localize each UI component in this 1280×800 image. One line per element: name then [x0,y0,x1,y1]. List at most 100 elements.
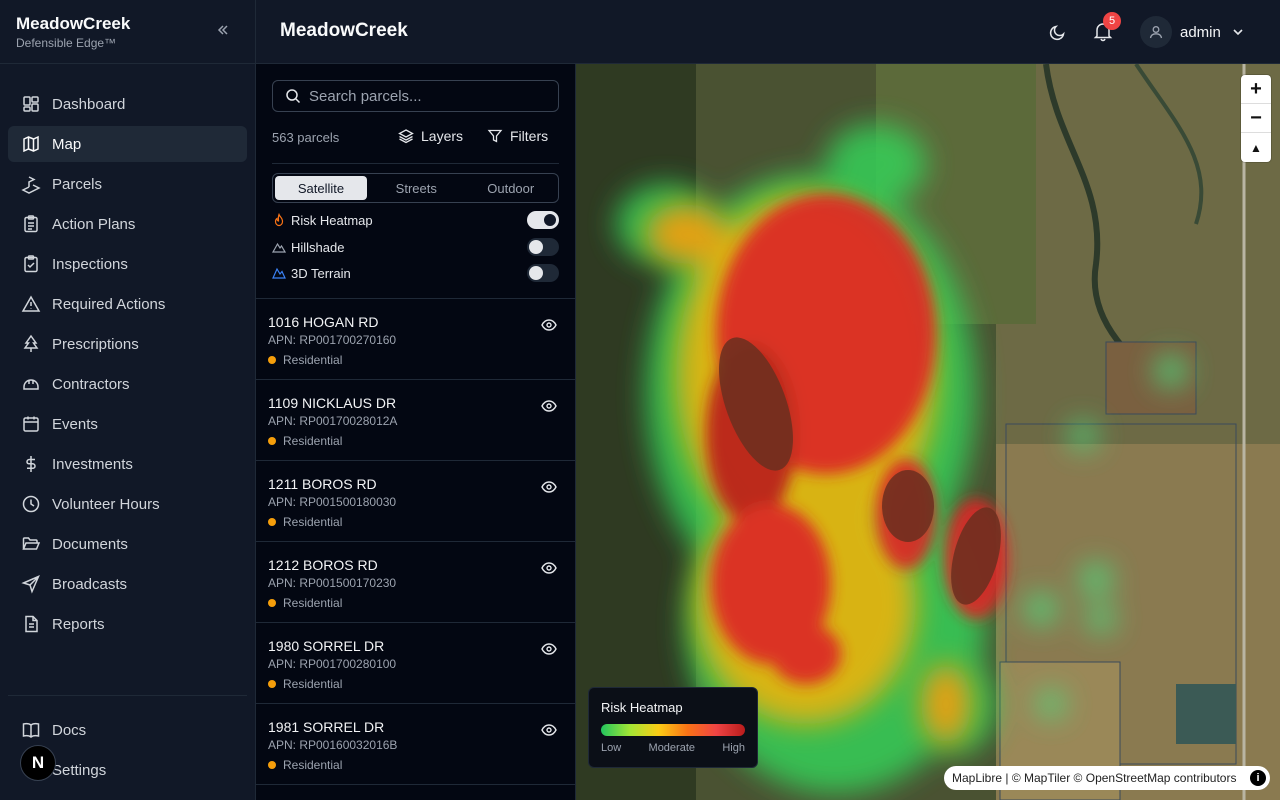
sidebar-item-label: Volunteer Hours [52,495,160,513]
heatmap-legend: Risk Heatmap Low Moderate High [588,687,758,768]
sidebar-item-contractors[interactable]: Contractors [8,366,247,402]
eye-icon[interactable] [541,560,557,576]
sidebar-item-label: Dashboard [52,95,126,113]
list-item[interactable]: 1109 NICKLAUS DR APN: RP00170028012A Res… [256,380,575,461]
parcel-address: 1109 NICKLAUS DR [268,395,397,411]
zoom-out-button[interactable]: − [1241,104,1271,133]
parcel-type-label: Residential [283,596,343,610]
layers-button[interactable]: Layers [398,128,463,144]
map-attribution: MapLibre | © MapTiler © OpenStreetMap co… [944,766,1270,790]
parcel-type-label: Residential [283,758,343,772]
clipboard-list-icon [24,215,38,233]
info-icon[interactable]: i [1250,770,1266,786]
land-plot-icon [21,176,41,194]
filters-button[interactable]: Filters [487,128,548,144]
sidebar-item-events[interactable]: Events [8,406,247,442]
send-icon [21,575,40,594]
parcel-address: 1981 SORREL DR [268,719,385,735]
eye-icon[interactable] [541,317,557,333]
alert-triangle-icon [21,295,41,312]
list-item[interactable]: 1016 HOGAN RD APN: RP001700270160 Reside… [256,299,575,380]
user-menu[interactable]: admin [1140,16,1245,48]
sidebar-item-volunteer-hours[interactable]: Volunteer Hours [8,486,247,522]
basemap-outdoor[interactable]: Outdoor [464,174,559,202]
sidebar-item-investments[interactable]: Investments [8,446,247,482]
next-dev-badge[interactable]: N [20,745,56,781]
user-icon [1149,26,1163,39]
list-item[interactable]: 1980 SORREL DR APN: RP001700280100 Resid… [256,623,575,704]
eye-icon[interactable] [541,641,557,657]
sidebar-item-required-actions[interactable]: Required Actions [8,286,247,322]
3d-terrain-switch[interactable] [527,264,559,282]
sidebar-item-action-plans[interactable]: Action Plans [8,206,247,242]
search-input[interactable] [309,87,549,105]
sidebar-item-reports[interactable]: Reports [8,606,247,642]
file-text-icon [25,615,38,633]
theme-toggle-button[interactable] [1048,22,1068,42]
status-dot [268,599,276,607]
status-dot [268,518,276,526]
parcel-type: Residential [268,677,575,691]
toggle-row-3d-terrain: 3D Terrain [272,263,559,283]
book-icon [22,722,40,738]
list-item[interactable]: 1981 SORREL DR APN: RP00160032016B Resid… [256,704,575,785]
sidebar-item-map[interactable]: Map [8,126,247,162]
sidebar-item-inspections[interactable]: Inspections [8,246,247,282]
compass-button[interactable]: ▲ [1241,133,1271,162]
map-canvas[interactable]: + − ▲ Risk Heatmap Low Moderate High Map… [576,64,1280,800]
parcel-type-label: Residential [283,677,343,691]
sidebar-item-broadcasts[interactable]: Broadcasts [8,566,247,602]
legend-title: Risk Heatmap [601,700,683,715]
parcel-type: Residential [268,515,575,529]
sidebar-item-docs[interactable]: Docs [0,712,255,748]
attribution-text: MapLibre | © MapTiler © OpenStreetMap co… [952,771,1237,785]
sidebar-item-label: Contractors [52,375,130,393]
sidebar-item-label: Events [52,415,98,433]
clock-icon [22,495,40,513]
basemap-streets[interactable]: Streets [369,174,464,202]
parcel-address: 1980 SORREL DR [268,638,385,654]
eye-icon[interactable] [541,722,557,738]
toggle-row-risk-heatmap: Risk Heatmap [272,210,559,230]
parcel-type-label: Residential [283,353,343,367]
folder-open-icon [22,537,41,550]
list-item[interactable]: 1212 BOROS RD APN: RP001500170230 Reside… [256,542,575,623]
sidebar-item-label: Prescriptions [52,335,139,353]
grid-icon [23,96,39,112]
risk-heatmap-switch[interactable] [527,211,559,229]
sidebar-item-parcels[interactable]: Parcels [8,166,247,202]
toggle-label: Risk Heatmap [291,212,373,228]
list-item[interactable]: 1211 BOROS RD APN: RP001500180030 Reside… [256,461,575,542]
hillshade-switch[interactable] [527,238,559,256]
eye-icon[interactable] [541,479,557,495]
layers-label: Layers [421,128,464,144]
filter-icon [487,129,503,143]
sidebar-item-label: Docs [52,721,87,739]
top-header: MeadowCreek 5 admin [256,0,1280,64]
sidebar-item-dashboard[interactable]: Dashboard [8,86,247,122]
collapse-sidebar-button[interactable] [215,22,231,42]
legend-low: Low [601,742,622,754]
divider [272,163,559,164]
mountain-icon [272,242,286,253]
search-box [272,80,559,112]
hard-hat-icon [23,379,39,390]
status-dot [268,761,276,769]
sidebar-item-documents[interactable]: Documents [8,526,247,562]
zoom-in-button[interactable]: + [1241,75,1271,104]
eye-icon[interactable] [541,398,557,414]
parcel-type: Residential [268,434,575,448]
toggle-label: 3D Terrain [291,265,351,281]
chevron-down-icon [1233,29,1243,36]
sidebar-item-prescriptions[interactable]: Prescriptions [8,326,247,362]
tree-icon [23,334,39,352]
clipboard-check-icon [24,255,38,273]
legend-high: High [722,742,745,754]
main-nav: Dashboard Map Parcels Action Plans Inspe… [8,86,247,646]
layers-icon [398,129,414,144]
sidebar-item-label: Settings [52,761,107,779]
basemap-satellite[interactable]: Satellite [275,176,367,200]
sidebar-item-label: Action Plans [52,215,136,233]
sidebar-item-label: Broadcasts [52,575,128,593]
parcel-type: Residential [268,353,575,367]
